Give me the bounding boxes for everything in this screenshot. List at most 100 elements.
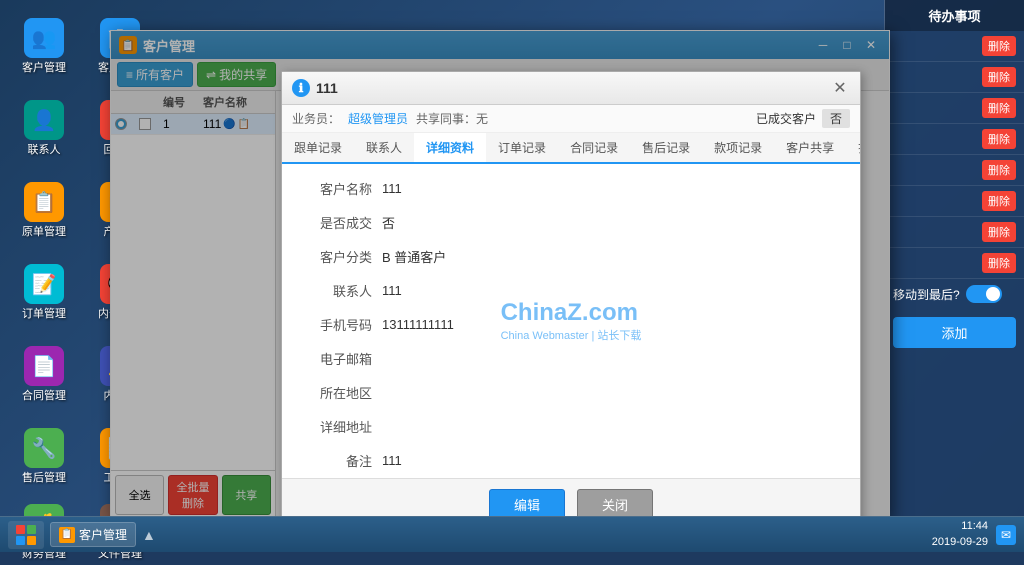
salesperson-label: 业务员： [292,110,340,127]
converted-value: 否 [822,109,850,128]
taskbar-notify: ▲ [142,527,156,543]
taskbar-clock: 11:44 2019-09-29 [932,519,988,550]
kehu-label: 客户管理 [22,62,66,75]
shouhou-label: 售后管理 [22,472,66,485]
desktop: 👥 客户管理 🏢 客户公司 👤 联系人 🗑 回收站 📋 原单管理 📦 产品列 📝… [0,0,1024,552]
main-window: 📋 客户管理 ─ □ ✕ ≡ 所有客户 ⇌ 我的共享 [110,30,890,520]
form-label-category: 客户分类 [302,247,382,266]
form-label-remark: 备注 [302,451,382,470]
tab-operation[interactable]: 操作记录 [846,133,860,164]
tab-contract[interactable]: 合同记录 [558,133,630,164]
right-panel-header: 待办事项 [885,0,1024,31]
dingdan-icon: 📝 [24,264,64,304]
shared-label: 共享同事：无 [416,110,488,127]
clock-time: 11:44 [932,519,988,534]
right-panel-items: 删除 删除 删除 删除 删除 删除 删除 删除 [885,31,1024,279]
taskbar-item-kehu[interactable]: 📋 客户管理 [50,522,136,547]
form-row-remark: 备注 111 [302,448,840,472]
delete-button-8[interactable]: 删除 [982,253,1016,273]
delete-button-7[interactable]: 删除 [982,222,1016,242]
list-item: 删除 [885,186,1024,217]
form-value-converted: 否 [382,213,840,232]
form-label-converted: 是否成交 [302,213,382,232]
move-to-last-label: 移动到最后? [893,286,960,303]
tab-contact[interactable]: 联系人 [354,133,414,164]
converted-label: 已成交客户 [756,110,816,127]
form-value-phone: 13111111111 [382,317,840,332]
list-item: 删除 [885,124,1024,155]
clock-date: 2019-09-29 [932,535,988,550]
form-label-contact: 联系人 [302,281,382,300]
move-to-last-toggle[interactable] [966,285,1002,303]
tab-detail[interactable]: 详细资料 [414,133,486,164]
sidebar-item-yuandan[interactable]: 📋 原单管理 [8,172,80,250]
kehu-icon: 👥 [24,18,64,58]
yuandan-label: 原单管理 [22,226,66,239]
dialog-footer: 编辑 关闭 [282,478,860,519]
close-dialog-button[interactable]: 关闭 [577,489,653,519]
form-row-email: 电子邮箱 [302,346,840,370]
dialog-close-button[interactable]: ✕ [830,91,850,98]
sidebar-item-kehu[interactable]: 👥 客户管理 [8,8,80,86]
list-item: 删除 [885,248,1024,279]
tab-recent[interactable]: 跟单记录 [282,133,354,164]
delete-button-5[interactable]: 删除 [982,160,1016,180]
lianxiren-icon: 👤 [24,100,64,140]
form-label-phone: 手机号码 [302,315,382,334]
converted-customer: 已成交客户 否 [756,109,850,128]
taskbar-item-label: 客户管理 [79,526,127,543]
form-value-contact: 111 [382,283,840,298]
dialog-header: ℹ 111 ✕ [282,91,860,105]
notify-icon: ▲ [142,527,156,543]
tab-payment[interactable]: 款项记录 [702,133,774,164]
sidebar-item-lianxiren[interactable]: 👤 联系人 [8,90,80,168]
form-content: ChinaZ.com China Webmaster | 站长下载 客户名称 1… [282,164,860,478]
list-item: 删除 [885,62,1024,93]
form-label-name: 客户名称 [302,179,382,198]
tab-order[interactable]: 订单记录 [486,133,558,164]
edit-button[interactable]: 编辑 [489,489,565,519]
dialog-title-text: 111 [316,91,338,96]
form-row-converted: 是否成交 否 [302,210,840,234]
move-to-last-row: 移动到最后? [885,279,1024,309]
dialog-overlay: ℹ 111 ✕ 业务员： 超级管理员 共享同事：无 已成交客户 否 [111,91,889,519]
add-btn-panel: 添加 [893,317,1016,348]
delete-button-4[interactable]: 删除 [982,129,1016,149]
taskbar-item-icon: 📋 [59,527,75,543]
form-row-address: 详细地址 [302,414,840,438]
tab-bar: 跟单记录 联系人 详细资料 订单记录 合同记录 售后记录 款项记录 客户共享 操… [282,133,860,164]
list-item: 删除 [885,155,1024,186]
form-value-category: B 普通客户 [382,247,840,266]
detail-dialog: ℹ 111 ✕ 业务员： 超级管理员 共享同事：无 已成交客户 否 [281,91,861,519]
windows-icon [16,525,36,545]
list-item: 删除 [885,217,1024,248]
form-row-category: 客户分类 B 普通客户 [302,244,840,268]
dingdan-label: 订单管理 [22,308,66,321]
sidebar-item-shouhou[interactable]: 🔧 售后管理 [8,418,80,496]
salesperson-link[interactable]: 超级管理员 [348,110,408,127]
mail-icon[interactable]: ✉ [996,525,1016,545]
form-label-address: 详细地址 [302,417,382,436]
form-row-name: 客户名称 111 [302,176,840,200]
tab-after[interactable]: 售后记录 [630,133,702,164]
form-value-remark: 111 [382,453,840,468]
start-button[interactable] [8,521,44,549]
form-label-region: 所在地区 [302,383,382,402]
right-panel: 待办事项 删除 删除 删除 删除 删除 删除 删除 [884,0,1024,516]
delete-button-2[interactable]: 删除 [982,67,1016,87]
form-row-phone: 手机号码 13111111111 [302,312,840,336]
delete-button-3[interactable]: 删除 [982,98,1016,118]
add-button[interactable]: 添加 [893,317,1016,348]
sidebar-item-dingdan[interactable]: 📝 订单管理 [8,254,80,332]
delete-button-1[interactable]: 删除 [982,36,1016,56]
main-content: 编号 客户名称 1 111 🔵 📋 全选 全批量删除 [111,91,889,519]
form-row-region: 所在地区 [302,380,840,404]
tab-share[interactable]: 客户共享 [774,133,846,164]
delete-button-6[interactable]: 删除 [982,191,1016,211]
yuandan-icon: 📋 [24,182,64,222]
sidebar-item-hetong[interactable]: 📄 合同管理 [8,336,80,414]
hetong-icon: 📄 [24,346,64,386]
info-icon: ℹ [292,91,310,97]
form-label-email: 电子邮箱 [302,349,382,368]
lianxiren-label: 联系人 [28,144,61,157]
